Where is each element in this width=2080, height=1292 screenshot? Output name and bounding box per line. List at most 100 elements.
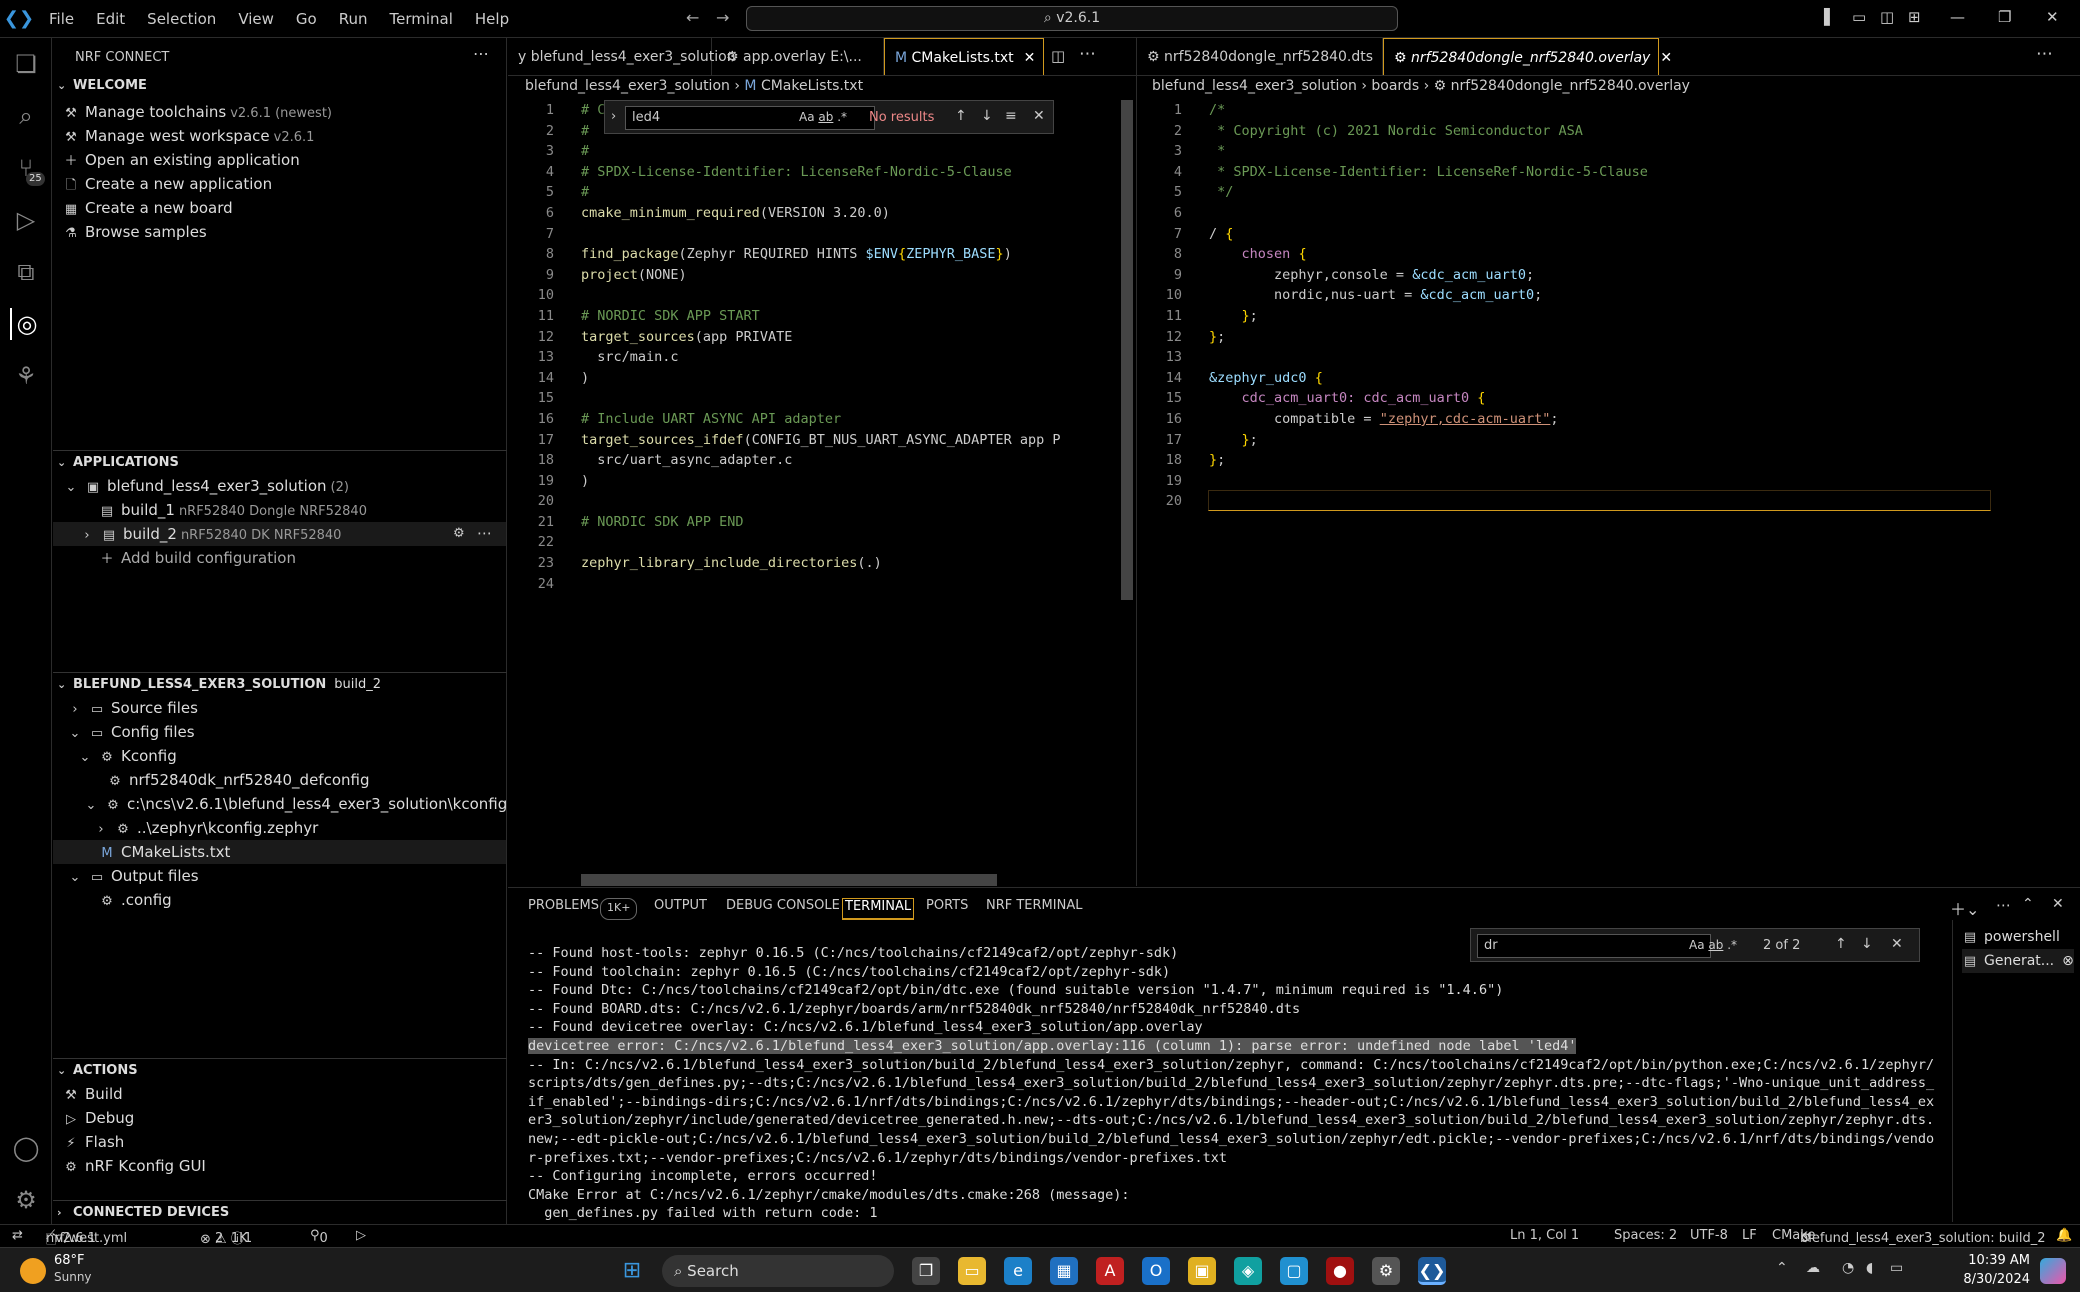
remote-desktop-icon[interactable]: ▢ (1280, 1257, 1308, 1285)
find-in-selection-icon[interactable]: ≡ (1005, 108, 1017, 124)
volume-icon[interactable]: ◖ (1866, 1260, 1873, 1276)
breadcrumb-boards[interactable]: boards (1371, 78, 1419, 94)
menu-run[interactable]: Run (328, 10, 379, 28)
outlook-icon[interactable]: O (1142, 1257, 1170, 1285)
vscode-taskbar-icon[interactable]: ❮❯ (1418, 1257, 1446, 1285)
match-case-icon[interactable]: Aa ab .* (799, 110, 847, 124)
toggle-secondary-sidebar-icon[interactable]: ◫ (1880, 8, 1894, 26)
code-line[interactable]: chosen { (1209, 244, 1989, 265)
new-terminal-icon[interactable]: ＋⌄ (1950, 896, 1979, 920)
code-line[interactable] (1209, 203, 1989, 224)
recorder-icon[interactable]: ● (1326, 1257, 1354, 1285)
code-line[interactable] (581, 491, 1073, 512)
panel-tab-ports[interactable]: PORTS (926, 898, 968, 920)
close-terminal-icon[interactable]: ⊗ (2062, 953, 2074, 969)
west-manifest[interactable]: 🗋 nrf/west.yml ⟋ v2.6.1 (46, 1228, 127, 1248)
tree-defconfig[interactable]: ⚙ nrf52840dk_nrf52840_defconfig (107, 768, 369, 792)
file-explorer-icon[interactable]: ▭ (958, 1257, 986, 1285)
code-line[interactable]: ) (581, 368, 1073, 389)
windows-start-icon[interactable]: ⊞ (618, 1257, 646, 1285)
code-line[interactable]: project(NONE) (581, 265, 1073, 286)
action-build[interactable]: ⚒ Build (63, 1082, 122, 1106)
left-h-scrollbar[interactable] (581, 874, 997, 886)
account-icon[interactable]: ◯ (10, 1132, 42, 1164)
browse-samples[interactable]: ⚗ Browse samples (63, 220, 207, 244)
tab-app-overlay[interactable]: ⚙ app.overlay E:\... (712, 38, 884, 75)
devicetree-icon[interactable]: ⚘ (10, 360, 42, 392)
close-panel-icon[interactable]: ✕ (2052, 896, 2064, 912)
breadcrumb-folder[interactable]: blefund_less4_exer3_solution (1152, 78, 1357, 94)
code-line[interactable]: cdc_acm_uart0: cdc_acm_uart0 { (1209, 388, 1989, 409)
code-line[interactable]: # NORDIC SDK APP END (581, 512, 1073, 533)
build-action-icon[interactable]: ⚙ (453, 526, 465, 541)
code-line[interactable]: &zephyr_udc0 { (1209, 368, 1989, 389)
code-line[interactable]: zephyr_library_include_directories(.) (581, 553, 1073, 574)
code-line[interactable]: target_sources_ifdef(CONFIG_BT_NUS_UART_… (581, 430, 1073, 451)
code-line[interactable]: }; (1209, 327, 1989, 348)
toggle-sidebar-icon[interactable]: ▌ (1824, 8, 1836, 26)
build-1-item[interactable]: ▤ build_1 nRF52840 Dongle NRF52840 (99, 498, 367, 522)
manage-toolchains[interactable]: ⚒ Manage toolchains v2.6.1 (newest) (63, 100, 332, 124)
eol[interactable]: LF (1742, 1228, 1757, 1243)
project-section-header[interactable]: ⌄ BLEFUND_LESS4_EXER3_SOLUTION build_2 (53, 672, 507, 696)
tree-config-files[interactable]: ⌄ ▭ Config files (67, 720, 195, 744)
code-line[interactable]: find_package(Zephyr REQUIRED HINTS $ENV{… (581, 244, 1073, 265)
actions-section-header[interactable]: ⌄ ACTIONS (53, 1058, 507, 1082)
app-icon[interactable]: ◈ (1234, 1257, 1262, 1285)
prev-match-icon[interactable]: ↑ (955, 108, 967, 124)
left-code-area[interactable]: # Copyright (c) ...### SPDX-License-Iden… (581, 100, 1073, 594)
toggle-replace-icon[interactable]: › (611, 109, 616, 124)
settings-gear-icon[interactable]: ⚙ (1372, 1257, 1400, 1285)
wifi-icon[interactable]: ◔ (1842, 1260, 1854, 1276)
code-line[interactable]: / { (1209, 224, 1989, 245)
code-line[interactable]: src/main.c (581, 347, 1073, 368)
code-line[interactable]: compatible = "zephyr,cdc-acm-uart"; (1209, 409, 1989, 430)
command-center[interactable]: ⌕ v2.6.1 (746, 6, 1398, 31)
more-actions-icon[interactable]: ⋯ (1079, 44, 1096, 64)
welcome-section-header[interactable]: ⌄ WELCOME (53, 74, 507, 98)
menu-view[interactable]: View (227, 10, 285, 28)
tab-dongle-dts[interactable]: ⚙ nrf52840dongle_nrf52840.dts (1137, 38, 1383, 75)
code-line[interactable]: /* (1209, 100, 1989, 121)
more-actions-icon[interactable]: ⋯ (473, 44, 489, 63)
panel-tab-problems[interactable]: PROBLEMS (528, 898, 599, 920)
nrf-connect-icon[interactable]: ◎ (10, 308, 42, 340)
next-match-icon[interactable]: ↓ (981, 108, 993, 124)
more-actions-icon[interactable]: ⋯ (2036, 44, 2053, 64)
code-line[interactable]: }; (1209, 450, 1989, 471)
action-flash[interactable]: ⚡ Flash (63, 1130, 124, 1154)
menu-terminal[interactable]: Terminal (379, 10, 464, 28)
back-arrow-icon[interactable]: ← (686, 8, 699, 27)
build-2-item[interactable]: › ▤ build_2 nRF52840 DK NRF52840 (53, 522, 506, 546)
add-build-configuration[interactable]: ＋ Add build configuration (99, 546, 295, 570)
more-actions-icon[interactable]: ⋯ (1996, 896, 2011, 914)
panel-tab-output[interactable]: OUTPUT (654, 898, 707, 920)
code-line[interactable] (581, 388, 1073, 409)
code-line[interactable]: # (581, 141, 1073, 162)
restore-icon[interactable]: ❐ (1998, 8, 2011, 26)
code-line[interactable]: }; (1209, 306, 1989, 327)
code-line[interactable]: zephyr,console = &cdc_acm_uart0; (1209, 265, 1989, 286)
code-line[interactable] (581, 574, 1073, 595)
panel-tab-nrf-terminal[interactable]: NRF TERMINAL (986, 898, 1082, 920)
weather-sun-icon[interactable] (20, 1258, 46, 1284)
code-line[interactable] (1209, 347, 1989, 368)
terminal-powershell[interactable]: ▤ powershell (1962, 925, 2060, 949)
close-tab-icon[interactable]: ✕ (1660, 50, 1672, 66)
breadcrumb-file[interactable]: nrf52840dongle_nrf52840.overlay (1451, 78, 1690, 94)
tab-cmakelists[interactable]: M CMakeLists.txt ✕ (884, 38, 1044, 75)
taskbar-search[interactable]: ⌕ Search (662, 1255, 894, 1287)
acrobat-icon[interactable]: A (1096, 1257, 1124, 1285)
code-line[interactable]: * (1209, 141, 1989, 162)
create-new-board[interactable]: ▦ Create a new board (63, 196, 233, 220)
panel-tab-terminal[interactable]: TERMINAL (842, 898, 915, 920)
code-line[interactable]: # Include UART ASYNC API adapter (581, 409, 1073, 430)
split-editor-icon[interactable]: ◫ (1051, 47, 1065, 65)
encoding[interactable]: UTF-8 (1690, 1228, 1728, 1243)
application-item[interactable]: ⌄ ▣ blefund_less4_exer3_solution (2) (63, 474, 349, 498)
tree-kconfig[interactable]: ⌄ ⚙ Kconfig (77, 744, 177, 768)
right-code-area[interactable]: /* * Copyright (c) 2021 Nordic Semicondu… (1209, 100, 1989, 512)
code-line[interactable] (581, 285, 1073, 306)
clock-time[interactable]: 10:39 AM (1930, 1253, 2030, 1268)
breadcrumb-folder[interactable]: blefund_less4_exer3_solution (525, 78, 730, 94)
